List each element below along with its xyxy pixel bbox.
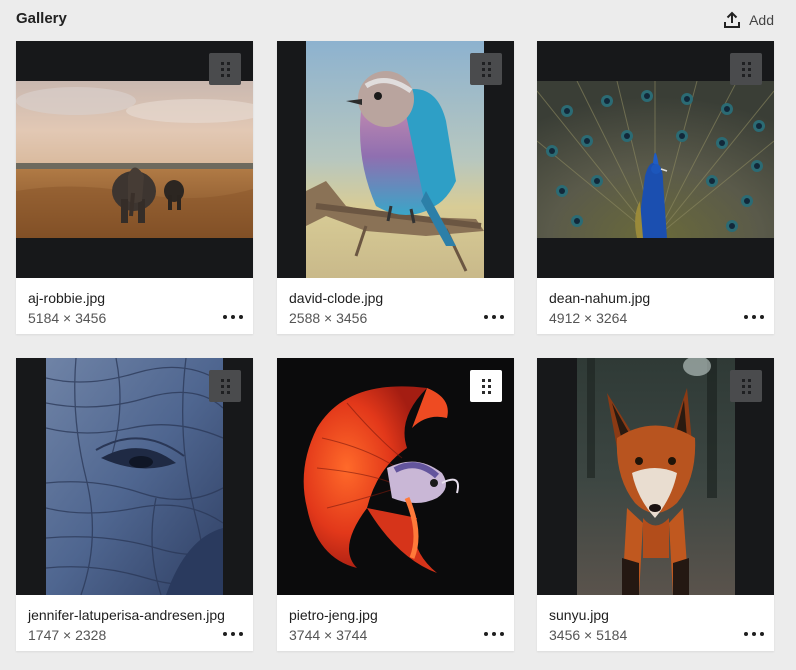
drag-handle-icon bbox=[220, 378, 230, 394]
more-options-icon bbox=[744, 632, 748, 636]
more-options-icon bbox=[484, 315, 488, 319]
photo-peacock bbox=[537, 81, 774, 238]
drag-handle-icon bbox=[741, 61, 751, 77]
photo-red-fox bbox=[577, 358, 735, 595]
photo-elephant-savanna bbox=[16, 81, 253, 238]
thumbnail[interactable] bbox=[537, 41, 774, 278]
drag-handle-icon bbox=[481, 378, 491, 394]
gallery-grid: aj-robbie.jpg 5184 × 3456 david-clode.jp… bbox=[0, 0, 796, 670]
more-options-button[interactable] bbox=[484, 312, 504, 322]
more-options-button[interactable] bbox=[484, 629, 504, 639]
thumbnail[interactable] bbox=[277, 41, 514, 278]
thumbnail[interactable] bbox=[277, 358, 514, 595]
drag-handle[interactable] bbox=[209, 53, 241, 85]
thumbnail[interactable] bbox=[537, 358, 774, 595]
card-caption: sunyu.jpg 3456 × 5184 bbox=[549, 606, 739, 644]
photo-elephant-skin bbox=[46, 358, 223, 595]
drag-handle[interactable] bbox=[209, 370, 241, 402]
thumbnail[interactable] bbox=[16, 358, 253, 595]
file-name: sunyu.jpg bbox=[549, 607, 609, 623]
gallery-card[interactable]: aj-robbie.jpg 5184 × 3456 bbox=[16, 41, 253, 334]
file-dimensions: 5184 × 3456 bbox=[28, 310, 107, 326]
photo-lilac-breasted-roller bbox=[306, 41, 484, 278]
file-name: aj-robbie.jpg bbox=[28, 290, 106, 306]
file-name: pietro-jeng.jpg bbox=[289, 607, 378, 623]
gallery-card[interactable]: jennifer-latuperisa-andresen.jpg 1747 × … bbox=[16, 358, 253, 651]
file-dimensions: 2588 × 3456 bbox=[289, 310, 368, 326]
thumbnail[interactable] bbox=[16, 41, 253, 278]
drag-handle[interactable] bbox=[470, 370, 502, 402]
more-options-button[interactable] bbox=[744, 629, 764, 639]
more-options-button[interactable] bbox=[223, 312, 243, 322]
gallery-card[interactable]: pietro-jeng.jpg 3744 × 3744 bbox=[277, 358, 514, 651]
card-caption: jennifer-latuperisa-andresen.jpg 1747 × … bbox=[28, 606, 225, 644]
file-name: david-clode.jpg bbox=[289, 290, 384, 306]
file-dimensions: 1747 × 2328 bbox=[28, 627, 107, 643]
gallery-card[interactable]: sunyu.jpg 3456 × 5184 bbox=[537, 358, 774, 651]
gallery-card[interactable]: david-clode.jpg 2588 × 3456 bbox=[277, 41, 514, 334]
file-dimensions: 3456 × 5184 bbox=[549, 627, 628, 643]
file-name: dean-nahum.jpg bbox=[549, 290, 651, 306]
card-caption: dean-nahum.jpg 4912 × 3264 bbox=[549, 289, 739, 327]
card-caption: david-clode.jpg 2588 × 3456 bbox=[289, 289, 479, 327]
more-options-icon bbox=[223, 315, 227, 319]
card-caption: aj-robbie.jpg 5184 × 3456 bbox=[28, 289, 218, 327]
more-options-icon bbox=[744, 315, 748, 319]
file-dimensions: 4912 × 3264 bbox=[549, 310, 628, 326]
card-caption: pietro-jeng.jpg 3744 × 3744 bbox=[289, 606, 479, 644]
more-options-button[interactable] bbox=[223, 629, 243, 639]
more-options-icon bbox=[484, 632, 488, 636]
drag-handle-icon bbox=[481, 61, 491, 77]
more-options-button[interactable] bbox=[744, 312, 764, 322]
more-options-icon bbox=[223, 632, 227, 636]
gallery-card[interactable]: dean-nahum.jpg 4912 × 3264 bbox=[537, 41, 774, 334]
file-dimensions: 3744 × 3744 bbox=[289, 627, 368, 643]
drag-handle-icon bbox=[220, 61, 230, 77]
drag-handle[interactable] bbox=[730, 370, 762, 402]
drag-handle[interactable] bbox=[730, 53, 762, 85]
drag-handle-icon bbox=[741, 378, 751, 394]
drag-handle[interactable] bbox=[470, 53, 502, 85]
file-name: jennifer-latuperisa-andresen.jpg bbox=[28, 607, 225, 623]
